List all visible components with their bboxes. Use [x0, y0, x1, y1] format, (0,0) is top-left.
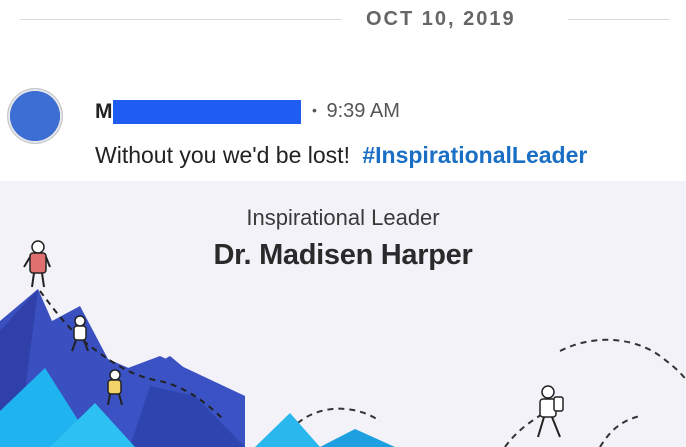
hiker-right-icon [537, 385, 564, 438]
mountain-light-right [255, 413, 320, 447]
trail-path-right [559, 338, 686, 382]
card-subtitle: Inspirational Leader [246, 205, 440, 230]
card-title: Dr. Madisen Harper [213, 239, 473, 271]
message-meta: • 9:39 AM [312, 100, 400, 123]
message-time: 9:39 AM [326, 100, 400, 122]
kudos-card[interactable]: Inspirational Leader Dr. Madisen Harper [0, 181, 686, 447]
date-label: OCT 10, 2019 [366, 8, 516, 30]
message-body: Without you we'd be lost! #Inspirational… [95, 142, 587, 169]
hashtag-link[interactable]: #InspirationalLeader [362, 142, 587, 168]
divider-right [568, 19, 670, 20]
sender-name[interactable]: M [95, 98, 301, 126]
separator-dot: • [312, 102, 317, 118]
date-separator: OCT 10, 2019 [0, 0, 686, 40]
sender-initial: M [95, 100, 113, 123]
avatar[interactable] [8, 89, 62, 143]
trail-path-far [599, 415, 641, 447]
message-text: Without you we'd be lost! [95, 142, 350, 168]
mountain-light-far [320, 429, 395, 447]
redacted-name-block [112, 100, 301, 124]
trail-path-middle [289, 407, 381, 432]
divider-left [20, 19, 342, 20]
